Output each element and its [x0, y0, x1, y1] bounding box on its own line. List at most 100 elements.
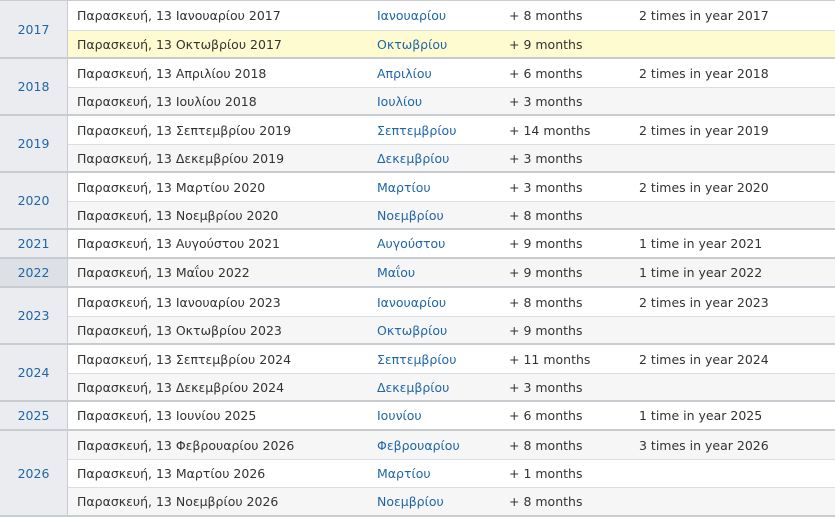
count-cell: 2 times in year 2020 [639, 179, 769, 195]
count-cell: 1 time in year 2021 [639, 236, 763, 251]
date-cell: Παρασκευή, 13 Οκτωβρίου 2023 [77, 322, 282, 338]
date-cell: Παρασκευή, 13 Δεκεμβρίου 2019 [77, 150, 285, 166]
table-row[interactable]: Παρασκευή, 13 Μαρτίου 2020 Μαρτίου + 3 m… [68, 173, 835, 201]
date-cell: Παρασκευή, 13 Μαρτίου 2026 [77, 466, 266, 481]
count-cell: 3 times in year 2026 [639, 437, 769, 453]
table-row[interactable]: Παρασκευή, 13 Οκτωβρίου 2023 Οκτωβρίου +… [68, 316, 835, 343]
date-cell: Παρασκευή, 13 Ιανουαρίου 2023 [77, 294, 281, 310]
friday-13th-table: 2017 Παρασκευή, 13 Ιανουαρίου 2017 Ιανου… [0, 0, 835, 517]
month-link[interactable]: Δεκεμβρίου [377, 380, 509, 395]
month-link[interactable]: Ιανουαρίου [377, 8, 509, 23]
date-cell: Παρασκευή, 13 Ιουνίου 2025 [77, 408, 257, 423]
table-row[interactable]: Παρασκευή, 13 Μαρτίου 2026 Μαρτίου + 1 m… [68, 459, 835, 487]
interval-cell: + 8 months [509, 437, 583, 453]
month-link[interactable]: Μαΐου [377, 265, 509, 280]
interval-cell: + 11 months [509, 351, 591, 367]
month-link[interactable]: Μαρτίου [377, 466, 509, 481]
count-cell: 2 times in year 2019 [639, 122, 769, 138]
year-cell: 2021 [0, 230, 68, 257]
table-row[interactable]: Παρασκευή, 13 Ιανουαρίου 2023 Ιανουαρίου… [68, 288, 835, 316]
count-cell: 2 times in year 2024 [639, 351, 769, 367]
table-row-highlighted[interactable]: Παρασκευή, 13 Οκτωβρίου 2017 Οκτωβρίου +… [68, 30, 835, 57]
table-row[interactable]: Παρασκευή, 13 Ιανουαρίου 2017 Ιανουαρίου… [68, 1, 835, 30]
year-group-2025: 2025 Παρασκευή, 13 Ιουνίου 2025 Ιουνίου … [0, 402, 835, 431]
year-cell: 2018 [0, 59, 68, 114]
interval-cell: + 3 months [509, 150, 583, 166]
month-link[interactable]: Απριλίου [377, 66, 509, 81]
month-link[interactable]: Σεπτεμβρίου [377, 352, 509, 367]
month-link[interactable]: Ιανουαρίου [377, 295, 509, 310]
interval-cell: + 8 months [509, 494, 583, 509]
year-group-2020: 2020 Παρασκευή, 13 Μαρτίου 2020 Μαρτίου … [0, 173, 835, 230]
count-cell: 2 times in year 2018 [639, 65, 769, 81]
table-row[interactable]: Παρασκευή, 13 Μαΐου 2022 Μαΐου + 9 month… [68, 259, 835, 286]
table-row[interactable]: Παρασκευή, 13 Ιουνίου 2025 Ιουνίου + 6 m… [68, 402, 835, 429]
date-cell: Παρασκευή, 13 Οκτωβρίου 2017 [77, 36, 282, 52]
year-group-2019: 2019 Παρασκευή, 13 Σεπτεμβρίου 2019 Σεπτ… [0, 116, 835, 173]
interval-cell: + 8 months [509, 207, 583, 223]
date-cell: Παρασκευή, 13 Δεκεμβρίου 2024 [77, 379, 285, 395]
month-link[interactable]: Φεβρουαρίου [377, 438, 509, 453]
table-row[interactable]: Παρασκευή, 13 Νοεμβρίου 2020 Νοεμβρίου +… [68, 201, 835, 228]
interval-cell: + 1 months [509, 466, 583, 481]
month-link[interactable]: Μαρτίου [377, 180, 509, 195]
month-link[interactable]: Οκτωβρίου [377, 323, 509, 338]
date-cell: Παρασκευή, 13 Σεπτεμβρίου 2024 [77, 351, 292, 367]
interval-cell: + 3 months [509, 379, 583, 395]
date-cell: Παρασκευή, 13 Μαΐου 2022 [77, 265, 250, 280]
date-cell: Παρασκευή, 13 Μαρτίου 2020 [77, 179, 266, 195]
year-cell: 2019 [0, 116, 68, 171]
interval-cell: + 3 months [509, 93, 583, 109]
year-cell: 2022 [0, 259, 68, 286]
count-cell: 2 times in year 2023 [639, 294, 769, 310]
interval-cell: + 9 months [509, 322, 583, 338]
month-link[interactable]: Ιουλίου [377, 94, 509, 109]
table-row[interactable]: Παρασκευή, 13 Αυγούστου 2021 Αυγούστου +… [68, 230, 835, 257]
year-group-2022: 2022 Παρασκευή, 13 Μαΐου 2022 Μαΐου + 9 … [0, 259, 835, 288]
year-cell: 2024 [0, 345, 68, 400]
date-cell: Παρασκευή, 13 Ιανουαρίου 2017 [77, 8, 281, 23]
date-cell: Παρασκευή, 13 Νοεμβρίου 2026 [77, 494, 279, 509]
interval-cell: + 9 months [509, 36, 583, 52]
date-cell: Παρασκευή, 13 Φεβρουαρίου 2026 [77, 437, 295, 453]
month-link[interactable]: Οκτωβρίου [377, 37, 509, 52]
year-group-2017: 2017 Παρασκευή, 13 Ιανουαρίου 2017 Ιανου… [0, 1, 835, 59]
month-link[interactable]: Δεκεμβρίου [377, 151, 509, 166]
count-cell: 1 time in year 2025 [639, 408, 763, 423]
interval-cell: + 3 months [509, 179, 583, 195]
year-cell: 2017 [0, 1, 68, 57]
date-cell: Παρασκευή, 13 Αυγούστου 2021 [77, 236, 281, 251]
year-group-2024: 2024 Παρασκευή, 13 Σεπτεμβρίου 2024 Σεπτ… [0, 345, 835, 402]
table-row[interactable]: Παρασκευή, 13 Φεβρουαρίου 2026 Φεβρουαρί… [68, 431, 835, 459]
interval-cell: + 9 months [509, 265, 583, 280]
year-cell: 2026 [0, 431, 68, 515]
year-cell: 2023 [0, 288, 68, 343]
month-link[interactable]: Νοεμβρίου [377, 208, 509, 223]
year-group-2026: 2026 Παρασκευή, 13 Φεβρουαρίου 2026 Φεβρ… [0, 431, 835, 517]
count-cell: 2 times in year 2017 [639, 8, 769, 23]
interval-cell: + 8 months [509, 8, 583, 23]
month-link[interactable]: Σεπτεμβρίου [377, 123, 509, 138]
table-row[interactable]: Παρασκευή, 13 Απριλίου 2018 Απριλίου + 6… [68, 59, 835, 87]
count-cell: 1 time in year 2022 [639, 265, 763, 280]
year-group-2021: 2021 Παρασκευή, 13 Αυγούστου 2021 Αυγούσ… [0, 230, 835, 259]
table-row[interactable]: Παρασκευή, 13 Ιουλίου 2018 Ιουλίου + 3 m… [68, 87, 835, 114]
interval-cell: + 9 months [509, 236, 583, 251]
table-row[interactable]: Παρασκευή, 13 Δεκεμβρίου 2019 Δεκεμβρίου… [68, 144, 835, 171]
date-cell: Παρασκευή, 13 Νοεμβρίου 2020 [77, 207, 279, 223]
date-cell: Παρασκευή, 13 Σεπτεμβρίου 2019 [77, 122, 292, 138]
table-row[interactable]: Παρασκευή, 13 Νοεμβρίου 2026 Νοεμβρίου +… [68, 487, 835, 515]
year-cell: 2020 [0, 173, 68, 228]
interval-cell: + 14 months [509, 122, 591, 138]
year-cell: 2025 [0, 402, 68, 429]
date-cell: Παρασκευή, 13 Απριλίου 2018 [77, 65, 267, 81]
interval-cell: + 6 months [509, 65, 583, 81]
interval-cell: + 6 months [509, 408, 583, 423]
month-link[interactable]: Νοεμβρίου [377, 494, 509, 509]
table-row[interactable]: Παρασκευή, 13 Δεκεμβρίου 2024 Δεκεμβρίου… [68, 373, 835, 400]
month-link[interactable]: Ιουνίου [377, 408, 509, 423]
date-cell: Παρασκευή, 13 Ιουλίου 2018 [77, 93, 257, 109]
table-row[interactable]: Παρασκευή, 13 Σεπτεμβρίου 2024 Σεπτεμβρί… [68, 345, 835, 373]
month-link[interactable]: Αυγούστου [377, 236, 509, 251]
table-row[interactable]: Παρασκευή, 13 Σεπτεμβρίου 2019 Σεπτεμβρί… [68, 116, 835, 144]
